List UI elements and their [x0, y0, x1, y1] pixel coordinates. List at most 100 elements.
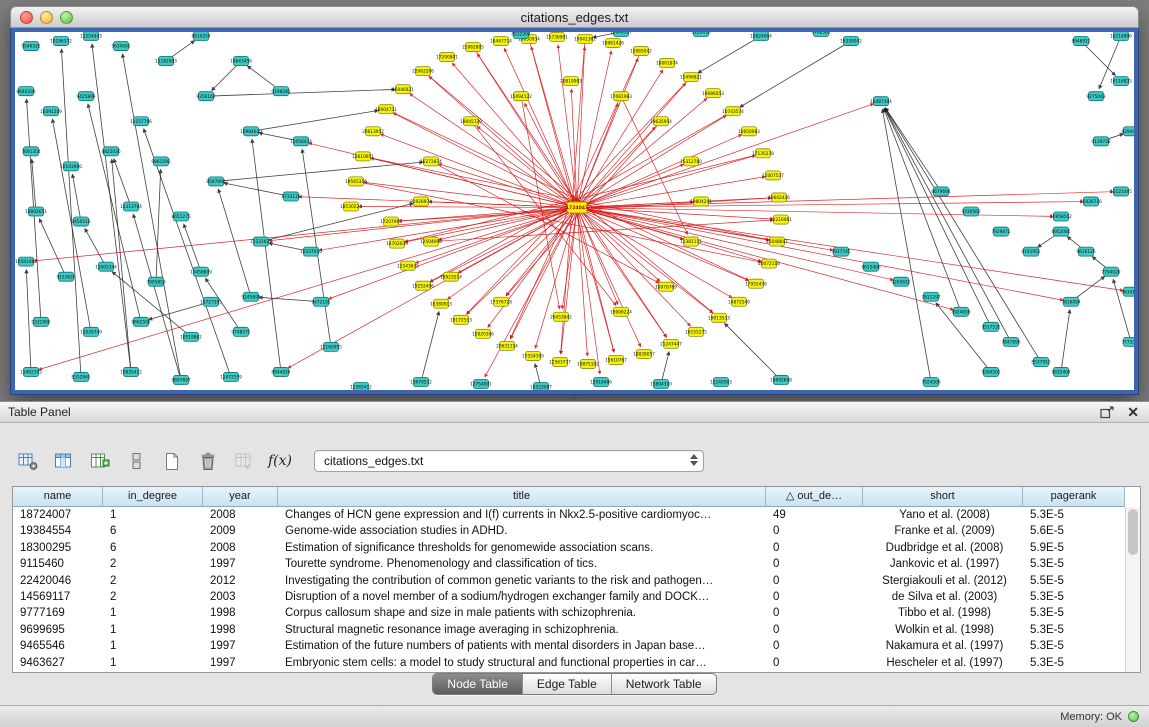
table-cell[interactable]: 0 [766, 523, 863, 539]
graph-node[interactable]: 7811297 [921, 292, 940, 301]
table-cell[interactable]: Corpus callosum shape and size in male p… [278, 605, 766, 621]
graph-node[interactable]: 7929871 [991, 227, 1010, 236]
graph-node[interactable]: 21926974 [410, 197, 432, 206]
graph-edge[interactable] [577, 207, 683, 239]
graph-node[interactable]: 15610767 [605, 355, 627, 364]
graph-node[interactable]: 14702039 [386, 239, 408, 248]
graph-node[interactable]: 16046421 [392, 85, 414, 94]
graph-node[interactable]: 17290801 [436, 53, 458, 62]
table-cell[interactable]: 6 [103, 540, 203, 556]
new-table-icon[interactable] [158, 448, 186, 474]
table-row[interactable]: 946554611997Estimation of the future num… [13, 638, 1140, 654]
graph-node[interactable]: 16426716 [1080, 197, 1102, 206]
graph-edge[interactable] [216, 162, 423, 181]
graph-node[interactable]: 18172553 [450, 315, 472, 324]
graph-node[interactable]: 16961426 [602, 39, 624, 48]
table-cell[interactable]: 5.3E-5 [1023, 556, 1125, 572]
graph-edge[interactable] [1061, 310, 1070, 372]
graph-node[interactable]: 11007537 [762, 171, 784, 180]
graph-node[interactable]: 20453842 [550, 312, 572, 321]
column-header-in_degree[interactable]: in_degree [103, 487, 203, 507]
graph-edge[interactable] [218, 189, 251, 297]
table-cell[interactable]: Stergiakouli et al. (2012) [863, 573, 1023, 589]
table-cell[interactable]: 0 [766, 655, 863, 671]
table-row[interactable]: 2242004622012Investigating the contribut… [13, 573, 1140, 589]
table-cell[interactable]: Structural magnetic resonance image aver… [278, 622, 766, 638]
graph-node[interactable]: 9198281 [271, 87, 290, 96]
graph-node[interactable]: 8952085 [1051, 227, 1070, 236]
table-cell[interactable]: 2008 [203, 540, 278, 556]
graph-node[interactable]: 9275043 [1086, 92, 1105, 101]
graph-node[interactable]: 8294461 [1121, 127, 1134, 136]
graph-node[interactable]: 7905859 [146, 277, 165, 286]
rows-icon[interactable] [122, 448, 150, 474]
graph-node[interactable]: 16155275 [685, 327, 707, 336]
table-cell[interactable]: 2012 [203, 573, 278, 589]
graph-node[interactable]: 16116835 [1110, 77, 1132, 86]
table-cell[interactable]: 9777169 [13, 605, 103, 621]
graph-node[interactable]: 15048647 [766, 237, 788, 246]
graph-node[interactable]: 9264501 [981, 367, 1000, 376]
graph-node[interactable]: 7794029 [1101, 267, 1120, 276]
graph-edge[interactable] [577, 98, 707, 207]
table-cell[interactable]: 9463627 [13, 655, 103, 671]
graph-edge[interactable] [577, 207, 1063, 300]
graph-node[interactable]: 16380913 [430, 299, 452, 308]
graph-node[interactable]: 10193906 [60, 162, 82, 171]
graph-node[interactable]: 10337610 [300, 247, 322, 256]
table-cell[interactable]: 19384554 [13, 523, 103, 539]
table-cell[interactable]: 5.5E-5 [1023, 573, 1125, 589]
graph-node[interactable]: 11157796 [130, 117, 152, 126]
graph-node[interactable]: 8587094 [206, 177, 225, 186]
graph-node[interactable]: 8634136 [1121, 287, 1134, 296]
table-cell[interactable]: Genome-wide association studies in ADHD. [278, 523, 766, 539]
table-cell[interactable]: 1 [103, 605, 203, 621]
graph-edge[interactable] [252, 139, 281, 372]
graph-node[interactable]: 9425899 [76, 92, 95, 101]
table-cell[interactable]: 1997 [203, 655, 278, 671]
graph-node[interactable]: 12754991 [470, 379, 492, 388]
graph-node[interactable]: 10458609 [190, 267, 212, 276]
graph-node[interactable]: 9697697 [171, 375, 190, 384]
graph-node[interactable]: 19013533 [708, 313, 730, 322]
table-cell[interactable]: 9699695 [13, 622, 103, 638]
graph-node[interactable]: 15820306 [472, 329, 494, 338]
graph-node[interactable]: 22062206 [412, 67, 434, 76]
table-cell[interactable]: 1997 [203, 556, 278, 572]
table-cell[interactable]: 2003 [203, 589, 278, 605]
graph-node[interactable]: 8651275 [171, 212, 190, 221]
table-cell[interactable]: Nakamura et al. (1997) [863, 638, 1023, 654]
window-close-button[interactable] [20, 11, 33, 24]
table-row[interactable]: 911546021997Tourette syndrome. Phenomeno… [13, 556, 1140, 572]
graph-node[interactable]: 8537953 [1031, 357, 1050, 366]
table-cell[interactable]: 5.3E-5 [1023, 638, 1125, 654]
graph-node[interactable]: 12610651 [352, 152, 374, 161]
graph-node[interactable]: 16487394 [870, 97, 892, 106]
table-cell[interactable]: de Silva et al. (2003) [863, 589, 1023, 605]
graph-edge[interactable] [380, 134, 577, 207]
graph-edge[interactable] [577, 127, 655, 208]
graph-edge[interactable] [885, 108, 1041, 362]
column-header-short[interactable]: short [863, 487, 1023, 507]
table-cell[interactable]: Disruption of a novel member of a sodium… [278, 589, 766, 605]
graph-edge[interactable] [473, 47, 667, 337]
table-cell[interactable]: 0 [766, 540, 863, 556]
graph-edge[interactable] [1081, 41, 1115, 75]
table-selector-dropdown[interactable]: citations_edges.txt [314, 450, 704, 472]
graph-node[interactable]: 8924058 [951, 307, 970, 316]
table-cell[interactable]: 0 [766, 573, 863, 589]
graph-node[interactable]: 9762581 [811, 32, 830, 37]
graph-node[interactable]: 11182083 [155, 57, 177, 66]
graph-edge[interactable] [740, 41, 851, 107]
graph-node[interactable]: 9450518 [71, 217, 90, 226]
graph-node[interactable]: 15958502 [1050, 212, 1072, 221]
window-zoom-button[interactable] [60, 11, 73, 24]
graph-edge[interactable] [85, 229, 106, 267]
table-row[interactable]: 1872400712008Changes of HCN gene express… [13, 507, 1140, 523]
graph-node[interactable]: 19635954 [650, 117, 672, 126]
table-cell[interactable]: 6 [103, 523, 203, 539]
graph-node[interactable]: 14523087 [530, 382, 552, 390]
panel-resize-grip[interactable]: ▼ [567, 394, 581, 401]
graph-node[interactable]: 21247447 [660, 339, 682, 348]
table-cell[interactable]: Estimation of significance thresholds fo… [278, 540, 766, 556]
